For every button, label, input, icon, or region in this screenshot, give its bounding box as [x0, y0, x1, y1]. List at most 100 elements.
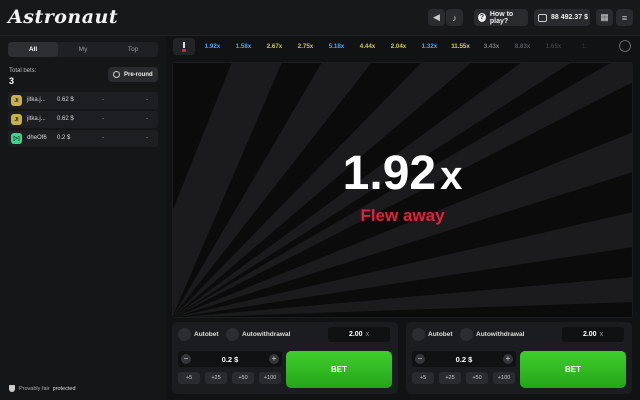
provably-fair-badge[interactable]: Provably fair protected	[9, 385, 76, 392]
bet-panel-2: Autobet Autowithdrawal 2.00 x − 0.2 $ + +…	[406, 322, 632, 394]
bet-win: -	[146, 97, 148, 103]
stake-stepper: − 0.2 $ +	[178, 351, 282, 367]
autowithdrawal-input[interactable]: 2.00 x	[562, 327, 624, 342]
round-status: Flew away	[360, 206, 445, 225]
preround-label: Pre-round	[124, 71, 153, 78]
bet-button[interactable]: BET	[520, 351, 626, 388]
bets-tabs: All My Top	[8, 42, 158, 57]
grid-menu-icon[interactable]: ▦	[596, 9, 613, 26]
history-item[interactable]: 3.43x	[476, 43, 507, 50]
avatar: JI	[11, 95, 22, 106]
table-row: JI jitka.j... 0.62 $ - -	[8, 111, 158, 128]
history-item[interactable]: 2.67x	[259, 43, 290, 50]
bet-amount: 0.2 $	[57, 135, 71, 141]
total-bets-value: 3	[9, 76, 15, 86]
protected-label: protected	[52, 385, 76, 392]
player-name: jitka.j...	[27, 116, 46, 122]
balance-display[interactable]: 88 492.37 $	[534, 9, 590, 26]
rocket-icon	[173, 38, 195, 55]
quick-add-5[interactable]: +5	[412, 372, 434, 384]
bet-amount: 0.62 $	[57, 97, 74, 103]
multiplier-history: 1.92x 1.58x 2.67x 2.75x 5.18x 4.44x 2.04x 1.32x…	[173, 38, 633, 55]
avatar: [>]	[11, 133, 22, 144]
autowithdrawal-value: 2.00	[582, 331, 597, 338]
question-icon: ?	[478, 13, 486, 22]
stake-input[interactable]: 0.2 $	[412, 355, 516, 364]
plus-button[interactable]: +	[503, 354, 513, 364]
autobet-toggle[interactable]	[178, 328, 191, 341]
wallet-icon	[538, 13, 547, 22]
bet-amount: 0.62 $	[57, 116, 74, 122]
autobet-toggle[interactable]	[412, 328, 425, 341]
autobet-label: Autobet	[428, 331, 453, 338]
history-item[interactable]: 11.55x	[445, 43, 476, 50]
tab-all[interactable]: All	[8, 42, 58, 57]
stake-input[interactable]: 0.2 $	[178, 355, 282, 364]
bet-button[interactable]: BET	[286, 351, 392, 388]
history-item[interactable]: 5.18x	[321, 43, 352, 50]
plus-button[interactable]: +	[269, 354, 279, 364]
quick-add-25[interactable]: +25	[439, 372, 461, 384]
quick-add-5[interactable]: +5	[178, 372, 200, 384]
history-clock-icon[interactable]	[619, 40, 631, 52]
history-item[interactable]: 8.83x	[507, 43, 538, 50]
history-item[interactable]: 4.44x	[352, 43, 383, 50]
quick-add-50[interactable]: +50	[232, 372, 254, 384]
total-bets-label: Total bets:	[9, 68, 37, 74]
bet-win: -	[146, 116, 148, 122]
table-row: JI jitka.j... 0.62 $ - -	[8, 92, 158, 109]
history-item[interactable]: 1.32x	[414, 43, 445, 50]
quick-add-25[interactable]: +25	[205, 372, 227, 384]
history-item[interactable]: 1.	[569, 43, 600, 50]
user-menu-icon[interactable]: ≡	[616, 9, 633, 26]
bet-multiplier: -	[102, 116, 104, 122]
bets-panel: All My Top Total bets: 3 Pre-round JI ji…	[0, 36, 166, 400]
autowithdrawal-suffix: x	[365, 331, 370, 338]
tab-my[interactable]: My	[58, 42, 108, 57]
history-item[interactable]: 1.58x	[228, 43, 259, 50]
autowithdrawal-suffix: x	[599, 331, 604, 338]
autobet-label: Autobet	[194, 331, 219, 338]
bet-multiplier: -	[102, 97, 104, 103]
quick-add-50[interactable]: +50	[466, 372, 488, 384]
game-canvas: 1.92 x Flew away	[172, 62, 633, 318]
how-to-play-label: How to play?	[489, 10, 514, 25]
autowithdrawal-label: Autowithdrawal	[242, 331, 291, 338]
clock-icon	[113, 71, 120, 78]
bet-multiplier: -	[102, 135, 104, 141]
table-row: [>] dheOf6 0.2 $ - -	[8, 130, 158, 147]
preround-button[interactable]: Pre-round	[108, 67, 158, 82]
crash-multiplier: 1.92 x	[172, 146, 633, 201]
bet-win: -	[146, 135, 148, 141]
how-to-play-button[interactable]: ? How to play?	[474, 9, 528, 26]
history-item[interactable]: 1.65x	[538, 43, 569, 50]
bet-panel-1: Autobet Autowithdrawal 2.00 x − 0.2 $ + +…	[172, 322, 398, 394]
crash-multiplier-value: 1.92	[342, 147, 437, 200]
history-list: 1.92x 1.58x 2.67x 2.75x 5.18x 4.44x 2.04x 1.32x…	[197, 43, 600, 50]
quick-add-100[interactable]: +100	[493, 372, 515, 384]
player-name: jitka.j...	[27, 97, 46, 103]
player-name: dheOf6	[27, 135, 47, 141]
history-item[interactable]: 2.75x	[290, 43, 321, 50]
history-item[interactable]: 2.04x	[383, 43, 414, 50]
balance-value: 88 492.37 $	[551, 14, 588, 21]
avatar: JI	[11, 114, 22, 125]
provably-fair-label: Provably fair	[19, 385, 50, 392]
crash-multiplier-suffix: x	[440, 154, 463, 198]
autowithdrawal-input[interactable]: 2.00 x	[328, 327, 390, 342]
autowithdrawal-toggle[interactable]	[460, 328, 473, 341]
speaker-icon[interactable]: ◀	[428, 9, 445, 26]
rocket-flame	[182, 49, 186, 52]
autowithdrawal-value: 2.00	[348, 331, 363, 338]
autowithdrawal-toggle[interactable]	[226, 328, 239, 341]
shield-icon	[9, 385, 15, 392]
quick-add-100[interactable]: +100	[259, 372, 281, 384]
tab-top[interactable]: Top	[108, 42, 158, 57]
music-note-icon[interactable]: ♪	[446, 9, 463, 26]
logo: Astronaut	[8, 6, 119, 28]
stake-stepper: − 0.2 $ +	[412, 351, 516, 367]
history-item[interactable]: 1.92x	[197, 43, 228, 50]
top-bar: Astronaut ◀ ♪ ? How to play? 88 492.37 $…	[0, 0, 640, 36]
autowithdrawal-label: Autowithdrawal	[476, 331, 525, 338]
rocket-stem	[183, 42, 185, 48]
